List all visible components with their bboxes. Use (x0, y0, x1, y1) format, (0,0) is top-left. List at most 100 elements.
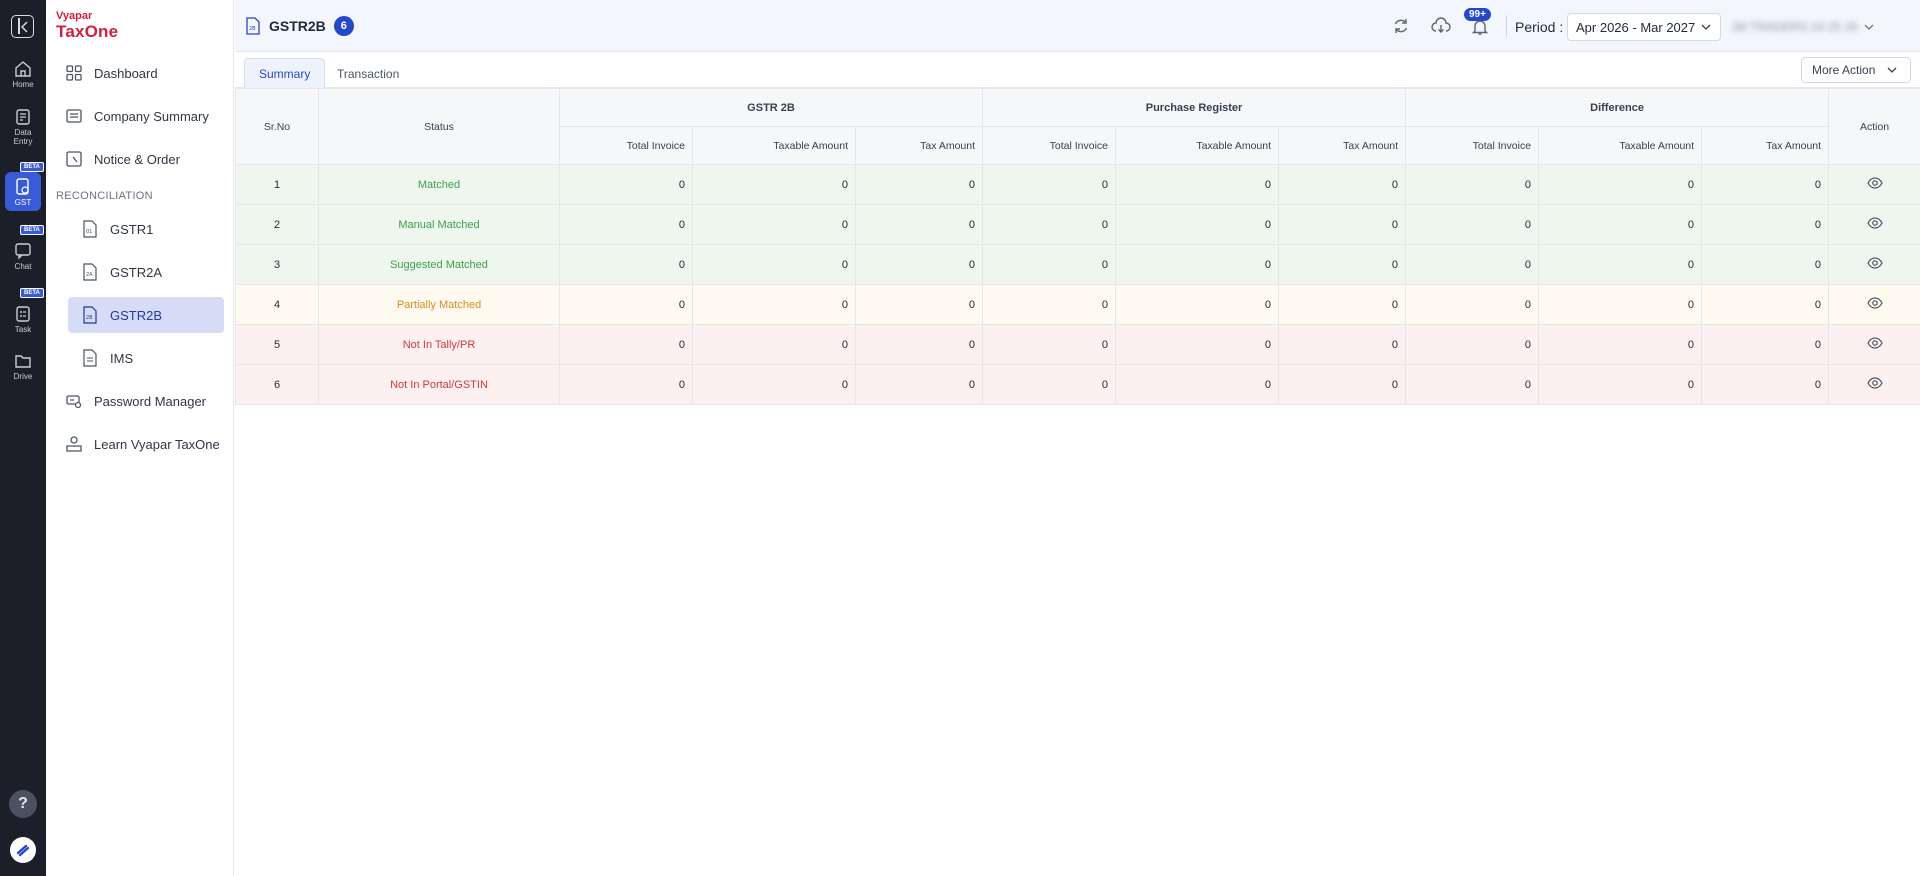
rail-item-home[interactable]: Home (0, 60, 46, 89)
header-total-invoice: Total Invoice (982, 126, 1117, 165)
svg-text:2A: 2A (86, 272, 93, 278)
sidebar-item-label: GSTR2A (110, 264, 163, 280)
rail-label-data-entry: Data Entry (13, 128, 33, 146)
sidebar-item-label: Learn Vyapar TaxOne (94, 436, 220, 452)
rail-item-task[interactable]: Task (0, 305, 46, 334)
collapse-sidebar-icon[interactable] (11, 15, 34, 38)
eye-icon[interactable] (1866, 217, 1883, 229)
cell-srno: 4 (235, 284, 319, 325)
chevron-down-icon (1701, 24, 1711, 30)
cell-action (1828, 324, 1920, 365)
cell-value: 0 (854, 244, 984, 285)
tab-summary[interactable]: Summary (244, 58, 326, 89)
sidebar-item-ims[interactable]: IMS (68, 340, 224, 376)
cell-value: 0 (1278, 284, 1407, 325)
cell-value: 0 (559, 324, 693, 365)
cell-value: 0 (1701, 364, 1830, 405)
sidebar-item-label: GSTR1 (110, 221, 154, 237)
sidebar-item-notice-order[interactable]: Notice & Order (56, 141, 224, 177)
ims-doc-icon (80, 348, 100, 368)
sidebar: Vyapar TaxOne Dashboard Company Summary … (46, 0, 234, 876)
help-button[interactable]: ? (9, 790, 37, 818)
sidebar-item-company-summary[interactable]: Company Summary (56, 98, 224, 134)
more-action-dropdown[interactable]: More Action (1801, 57, 1911, 83)
cell-srno: 2 (235, 204, 319, 245)
home-icon (15, 61, 31, 77)
header-total-invoice: Total Invoice (559, 126, 693, 165)
cell-status[interactable]: Suggested Matched (318, 244, 560, 285)
cell-status[interactable]: Partially Matched (318, 284, 560, 325)
cell-value: 0 (692, 284, 856, 325)
svg-text:2B: 2B (249, 26, 256, 32)
cell-value: 0 (854, 164, 984, 205)
period-select[interactable]: Apr 2026 - Mar 2027 (1567, 13, 1721, 41)
cell-status[interactable]: Manual Matched (318, 204, 560, 245)
data-entry-icon (16, 109, 30, 125)
sidebar-item-label: Company Summary (94, 108, 209, 124)
app-logo[interactable] (10, 837, 36, 863)
cell-value: 0 (1278, 244, 1407, 285)
rail-item-gst[interactable]: GST (5, 172, 41, 211)
cell-value: 0 (982, 324, 1117, 365)
cell-value: 0 (1115, 204, 1280, 245)
cell-srno: 6 (235, 364, 319, 405)
eye-icon[interactable] (1866, 257, 1883, 269)
cell-srno: 1 (235, 164, 319, 205)
cell-value: 0 (1405, 324, 1540, 365)
table-row: 6 Not In Portal/GSTIN 0 0 0 0 0 0 0 0 0 (235, 364, 1920, 405)
rail-item-data-entry[interactable]: Data Entry (0, 108, 46, 146)
rail-label-drive: Drive (13, 372, 33, 381)
refresh-icon[interactable] (1392, 17, 1410, 40)
cell-value: 0 (1538, 324, 1703, 365)
cell-value: 0 (559, 164, 693, 205)
rail-item-chat[interactable]: Chat (0, 242, 46, 271)
cell-value: 0 (1405, 284, 1540, 325)
table-row: 3 Suggested Matched 0 0 0 0 0 0 0 0 0 (235, 244, 1920, 285)
beta-badge-chat: BETA (20, 225, 44, 235)
sidebar-item-gstr2b[interactable]: 2B GSTR2B (68, 297, 224, 333)
brand-line2: TaxOne (56, 22, 119, 41)
cell-value: 0 (1701, 284, 1830, 325)
notification-count-badge: 99+ (1464, 8, 1491, 21)
cell-value: 0 (692, 204, 856, 245)
header-group-purchase-register: Purchase Register (982, 88, 1407, 127)
rail-item-drive[interactable]: Drive (0, 352, 46, 381)
sidebar-item-gstr2a[interactable]: 2A GSTR2A (68, 254, 224, 290)
brand-logo[interactable]: Vyapar TaxOne (56, 10, 118, 42)
chat-icon (15, 243, 31, 260)
sidebar-item-label: Dashboard (94, 65, 158, 81)
header-total-invoice: Total Invoice (1405, 126, 1540, 165)
sidebar-item-password-manager[interactable]: Password Manager (56, 383, 224, 419)
cell-status[interactable]: Not In Portal/GSTIN (318, 364, 560, 405)
sidebar-item-gstr1[interactable]: 01 GSTR1 (68, 211, 224, 247)
eye-icon[interactable] (1866, 297, 1883, 309)
cell-status[interactable]: Not In Tally/PR (318, 324, 560, 365)
download-cloud-icon[interactable] (1431, 17, 1451, 40)
bell-icon[interactable] (1471, 18, 1489, 41)
cell-value: 0 (692, 364, 856, 405)
eye-icon[interactable] (1866, 377, 1883, 389)
cell-value: 0 (982, 244, 1117, 285)
page-header: 2B GSTR2B 6 99+ Period : Apr 2026 - Mar … (235, 0, 1920, 52)
cell-value: 0 (854, 364, 984, 405)
chevron-down-icon (1887, 67, 1897, 73)
rail-label-chat: Chat (14, 262, 32, 271)
more-action-label: More Action (1812, 63, 1876, 77)
cell-status[interactable]: Matched (318, 164, 560, 205)
cell-value: 0 (1701, 204, 1830, 245)
rail-label-home: Home (12, 80, 34, 89)
cell-action (1828, 284, 1920, 325)
gst-doc-icon (16, 178, 29, 195)
sidebar-item-learn[interactable]: Learn Vyapar TaxOne (56, 426, 224, 462)
page-title: GSTR2B (269, 18, 326, 34)
header-tax-amount: Tax Amount (854, 126, 984, 165)
tab-transaction[interactable]: Transaction (323, 58, 413, 89)
task-icon (16, 306, 30, 322)
sidebar-item-dashboard[interactable]: Dashboard (56, 55, 224, 91)
eye-icon[interactable] (1866, 337, 1883, 349)
cell-value: 0 (1405, 204, 1540, 245)
company-select[interactable]: JM TRADERS 24 25 26 (1731, 13, 1916, 41)
icon-rail: Home Data Entry BETA GST BETA Chat BETA … (0, 0, 46, 876)
eye-icon[interactable] (1866, 177, 1883, 189)
cell-srno: 3 (235, 244, 319, 285)
